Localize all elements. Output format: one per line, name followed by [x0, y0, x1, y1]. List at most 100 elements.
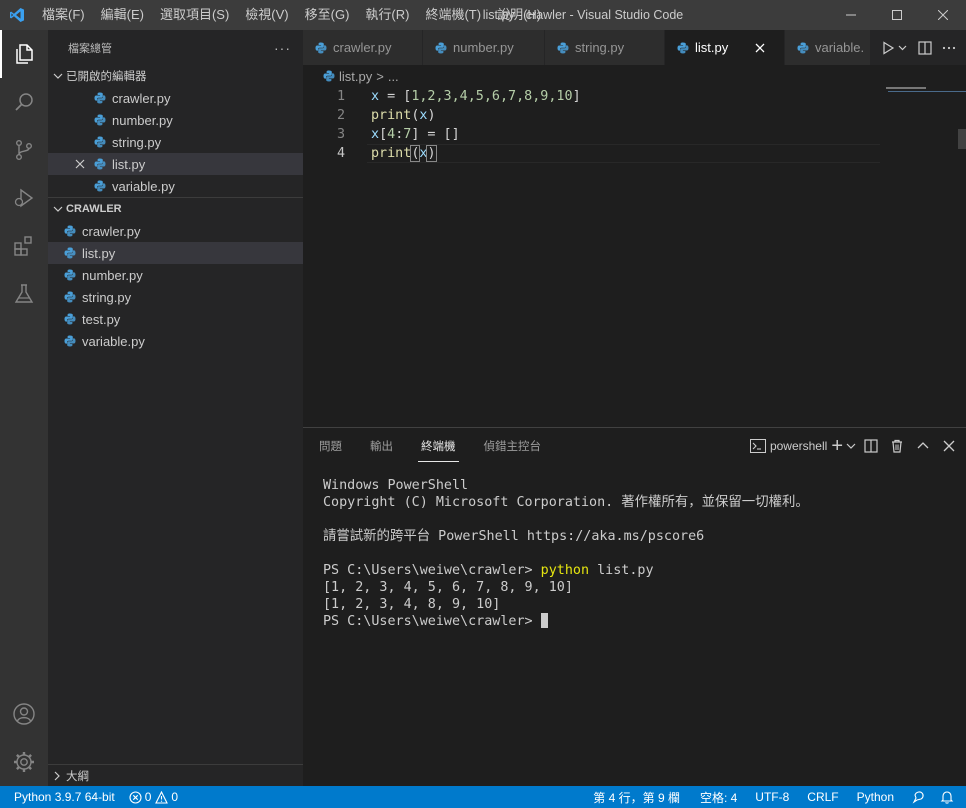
editor-scrollbar[interactable]: [958, 129, 966, 149]
menu-help[interactable]: 說明(H): [489, 0, 549, 30]
menu-edit[interactable]: 編輯(E): [93, 0, 152, 30]
chevron-down-icon: [50, 204, 66, 214]
menu-terminal[interactable]: 終端機(T): [417, 0, 489, 30]
play-icon: [883, 40, 907, 55]
close-panel-button[interactable]: [938, 435, 960, 457]
terminal-cursor: [540, 613, 548, 628]
activity-search[interactable]: [0, 78, 48, 126]
menu-view[interactable]: 檢視(V): [237, 0, 296, 30]
problems-status[interactable]: 0 0: [122, 786, 185, 808]
minimize-button[interactable]: [828, 0, 874, 30]
python-file-icon: [435, 42, 447, 54]
folder-label: CRAWLER: [66, 203, 122, 215]
minimap-slider: [888, 91, 966, 92]
bottom-panel: 問題 輸出 終端機 偵錯主控台 powershell + Windows Pow…: [303, 427, 966, 786]
menu-run[interactable]: 執行(R): [357, 0, 417, 30]
file-variable[interactable]: variable.py: [48, 330, 303, 352]
window-controls: [828, 0, 966, 30]
split-editor-button[interactable]: [914, 37, 936, 59]
activity-manage[interactable]: [0, 738, 48, 786]
python-file-icon: [62, 267, 78, 283]
activity-source-control[interactable]: [0, 126, 48, 174]
open-editors-header[interactable]: 已開啟的編輯器: [48, 65, 303, 87]
terminal-line: [1, 2, 3, 4, 8, 9, 10]: [323, 597, 501, 612]
split-editor-icon: [918, 40, 932, 55]
notifications-button[interactable]: [933, 786, 966, 808]
activity-explorer[interactable]: [0, 30, 48, 78]
tab-label: number.py: [453, 40, 514, 55]
terminal-line: 請嘗試新的跨平台 PowerShell https://aka.ms/pscor…: [323, 529, 705, 544]
line-number: 1: [336, 89, 345, 104]
activity-run-debug[interactable]: [0, 174, 48, 222]
status-bar: Python 3.9.7 64-bit 0 0 第 4 行，第 9 欄 空格: …: [0, 786, 966, 808]
chevron-down-icon: [846, 443, 856, 449]
activity-testing[interactable]: [0, 270, 48, 318]
maximize-panel-button[interactable]: [912, 435, 934, 457]
vscode-logo-icon: [0, 0, 34, 30]
tab-debug-console[interactable]: 偵錯主控台: [481, 428, 545, 463]
maximize-button[interactable]: [874, 0, 920, 30]
terminal-selector[interactable]: powershell: [749, 435, 827, 457]
file-string[interactable]: string.py: [48, 286, 303, 308]
menu-go[interactable]: 移至(G): [297, 0, 358, 30]
activity-accounts[interactable]: [0, 690, 48, 738]
file-crawler[interactable]: crawler.py: [48, 220, 303, 242]
close-editor-icon[interactable]: [72, 156, 88, 172]
feedback-button[interactable]: [905, 786, 933, 808]
tab-output[interactable]: 輸出: [367, 428, 396, 463]
open-editor-crawler[interactable]: crawler.py: [48, 87, 303, 109]
python-interpreter[interactable]: Python 3.9.7 64-bit: [0, 786, 122, 808]
menu-file[interactable]: 檔案(F): [34, 0, 93, 30]
current-line-highlight: [367, 144, 880, 163]
open-editor-number[interactable]: number.py: [48, 109, 303, 131]
folder-header[interactable]: CRAWLER: [48, 198, 303, 220]
tab-string[interactable]: string.py: [545, 30, 665, 65]
python-file-icon: [315, 42, 327, 54]
breadcrumb-symbols[interactable]: ...: [388, 69, 399, 84]
file-label: test.py: [82, 311, 121, 327]
tab-crawler[interactable]: crawler.py: [303, 30, 423, 65]
tab-problems[interactable]: 問題: [316, 428, 345, 463]
run-python-file-button[interactable]: [878, 37, 912, 59]
close-window-button[interactable]: [920, 0, 966, 30]
file-label: list.py: [112, 156, 146, 172]
open-editor-variable[interactable]: variable.py: [48, 175, 303, 197]
more-actions-button[interactable]: ···: [274, 40, 291, 56]
activity-extensions[interactable]: [0, 222, 48, 270]
file-number[interactable]: number.py: [48, 264, 303, 286]
run-debug-icon: [14, 188, 34, 208]
close-tab-icon[interactable]: [752, 40, 768, 56]
python-file-icon: [92, 90, 108, 106]
open-editors-section: 已開啟的編輯器 crawler.py number.py string.py l…: [48, 65, 303, 197]
tab-variable[interactable]: variable.: [785, 30, 875, 65]
file-test[interactable]: test.py: [48, 308, 303, 330]
code-editor[interactable]: 1 x = [1,2,3,4,5,6,7,8,9,10] 2 print(x) …: [303, 87, 966, 427]
outline-section-header[interactable]: 大綱: [48, 764, 303, 786]
split-terminal-button[interactable]: [860, 435, 882, 457]
file-list[interactable]: list.py: [48, 242, 303, 264]
end-of-line[interactable]: CRLF: [800, 786, 845, 808]
minimap[interactable]: [886, 87, 956, 97]
terminal-output[interactable]: Windows PowerShell Copyright (C) Microsof…: [323, 477, 809, 630]
breadcrumb-file[interactable]: list.py: [339, 69, 372, 84]
tab-list[interactable]: list.py: [665, 30, 785, 65]
editor-actions: [870, 30, 966, 65]
editor-tab-bar: crawler.py number.py string.py list.py v…: [303, 30, 966, 65]
language-mode[interactable]: Python: [850, 786, 901, 808]
new-terminal-button[interactable]: +: [831, 435, 856, 457]
encoding[interactable]: UTF-8: [748, 786, 796, 808]
tab-terminal[interactable]: 終端機: [418, 428, 459, 463]
file-label: variable.py: [112, 178, 175, 194]
cursor-position[interactable]: 第 4 行，第 9 欄: [586, 786, 687, 808]
more-editor-actions-button[interactable]: [938, 37, 960, 59]
code-text: x = [1,2,3,4,5,6,7,8,9,10]: [371, 89, 581, 104]
python-file-icon: [557, 42, 569, 54]
menu-selection[interactable]: 選取項目(S): [152, 0, 237, 30]
kill-terminal-button[interactable]: [886, 435, 908, 457]
open-editor-string[interactable]: string.py: [48, 131, 303, 153]
gear-icon: [14, 752, 34, 772]
tab-number[interactable]: number.py: [423, 30, 545, 65]
tab-label: list.py: [695, 40, 729, 55]
indentation[interactable]: 空格: 4: [693, 786, 744, 808]
open-editor-list[interactable]: list.py: [48, 153, 303, 175]
